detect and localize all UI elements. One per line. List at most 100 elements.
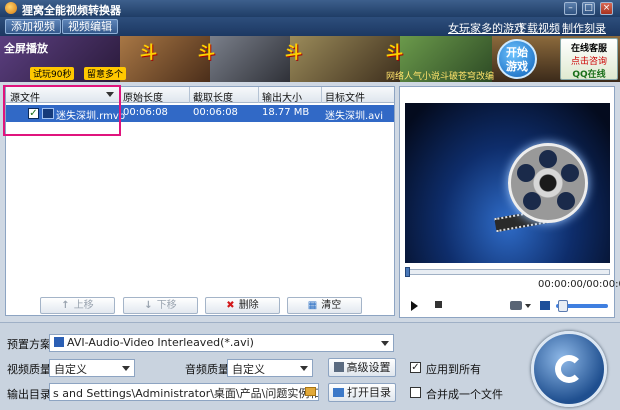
preset-label: 预置方案: [7,338,55,351]
cell-target-file: 迷失深圳.avi [325,111,384,122]
audio-quality-value: 自定义 [232,363,265,376]
maximize-button[interactable]: □ [582,2,595,15]
banner-art-tile [120,36,210,82]
move-down-button[interactable]: ↓ 下移 [123,297,198,314]
folder-icon[interactable] [305,387,316,396]
preset-select[interactable]: AVI-Audio-Video Interleaved(*.avi) [49,334,394,352]
column-original-length[interactable]: 原始长度 [123,89,163,104]
convert-button[interactable] [531,331,607,407]
row-checkbox[interactable]: ✓ [28,108,39,119]
download-video-link[interactable]: 下载视频 [516,20,560,36]
player-controls [400,294,614,316]
arrow-down-icon: ↓ [144,300,153,311]
wrench-icon [333,362,344,372]
start-game-button[interactable]: 开始 游戏 [497,39,537,79]
clear-icon: ▦ [307,300,318,311]
open-directory-label: 打开目录 [347,386,391,399]
clear-label: 清空 [321,300,342,311]
chevron-down-icon[interactable] [122,366,130,371]
support-title: 在线客服 [570,44,607,54]
clear-button[interactable]: ▦ 清空 [287,297,362,314]
chevron-down-icon[interactable] [300,366,308,371]
merge-files-label: 合并成一个文件 [426,388,503,401]
audio-quality-label: 音频质量: [185,363,233,376]
banner-trial-badge[interactable]: 试玩90秒 [30,67,75,80]
banner-marquee-text: 网络人气小说斗破苍穹改编 [386,72,495,82]
audio-quality-select[interactable]: 自定义 [227,359,313,377]
video-quality-select[interactable]: 自定义 [49,359,135,377]
play-icon[interactable] [411,301,418,311]
cell-cut-length: 00:06:08 [193,107,238,118]
open-folder-icon [333,388,344,397]
column-divider [321,87,322,103]
preset-value: AVI-Audio-Video Interleaved(*.avi) [67,336,254,349]
settings-panel: 预置方案: AVI-Audio-Video Interleaved(*.avi)… [0,322,620,410]
minimize-button[interactable]: – [564,2,577,15]
delete-button[interactable]: ✖ 删除 [205,297,280,314]
column-source[interactable]: 源文件 [10,89,40,104]
window-title: 狸窝全能视频转换器 [22,4,121,17]
move-down-label: 下移 [156,300,177,311]
table-row[interactable]: ✓ 迷失深圳.rmvb 00:06:08 00:06:08 18.77 MB 迷… [6,105,394,122]
banner-fullscreen-label[interactable]: 全屏播放 [4,40,48,56]
column-target-file[interactable]: 目标文件 [325,89,365,104]
playback-progress-handle[interactable] [405,267,410,277]
playback-progress-bar[interactable] [405,269,610,275]
volume-slider-knob[interactable] [558,300,568,312]
delete-icon: ✖ [226,300,235,311]
speaker-icon[interactable] [540,301,550,310]
apply-to-all-checkbox[interactable]: ✓ [410,362,421,373]
add-video-button[interactable]: 添加视频 [5,19,61,34]
menu-bar: 添加视频 视频编辑 女玩家多的游戏 下载视频 制作刻录DVD [0,17,620,49]
reel-hole [523,192,541,210]
open-directory-button[interactable]: 打开目录 [328,383,396,402]
avi-format-icon [54,337,64,347]
snapshot-camera-icon[interactable] [510,301,522,310]
merge-files-checkbox[interactable] [410,387,421,398]
preview-panel: 00:00:00/00:00:00 [399,86,620,318]
advanced-settings-button[interactable]: 高级设置 [328,358,396,377]
column-divider [258,87,259,103]
close-button[interactable]: × [600,2,613,15]
app-logo-icon [5,2,17,14]
video-file-icon [42,108,54,119]
output-dir-input[interactable]: s and Settings\Administrator\桌面\产品\问题实例和… [49,383,319,401]
games-link[interactable]: 女玩家多的游戏 [448,20,525,36]
start-game-label: 开始 游戏 [506,46,528,73]
reel-hole [561,164,579,182]
preview-screen [405,103,610,263]
convert-arrow-icon [555,355,583,383]
film-reel-icon [508,143,588,223]
move-up-button[interactable]: ↑ 上移 [40,297,115,314]
move-up-label: 上移 [73,300,94,311]
column-cut-length[interactable]: 截取长度 [193,89,233,104]
stop-icon[interactable] [435,301,442,308]
arrow-up-icon: ↑ [61,300,70,311]
online-support-badge[interactable]: 在线客服 点击咨询 QQ在线 [560,38,618,80]
banner-art-tile [210,36,290,82]
advanced-settings-label: 高级设置 [346,361,391,374]
video-quality-value: 自定义 [54,363,87,376]
reel-hole [539,150,557,168]
column-divider [119,87,120,103]
banner-notice-badge[interactable]: 留意多个 [84,67,127,80]
title-bar: 狸窝全能视频转换器 – □ × [0,0,620,17]
timecode-display: 00:00:00/00:00:00 [538,279,620,290]
cell-source-name: 迷失深圳.rmvb [56,111,126,122]
banner-character: 斗 [386,43,403,63]
column-divider [189,87,190,103]
file-list-header: 源文件 原始长度 截取长度 输出大小 目标文件 [6,87,394,104]
banner-art-tile [290,36,400,82]
banner-character: 斗 [198,43,215,63]
chevron-down-icon[interactable] [381,341,389,346]
video-edit-button[interactable]: 视频编辑 [62,19,118,34]
banner-character: 斗 [285,43,302,63]
ad-banner[interactable]: 斗 斗 斗 斗 全屏播放 试玩90秒 留意多个 网络人气小说斗破苍穹改编 开始 … [0,36,620,82]
output-dir-label: 输出目录: [7,388,55,401]
support-qq: QQ在线 [572,70,606,80]
column-output-size[interactable]: 输出大小 [262,89,302,104]
cell-original-length: 00:06:08 [123,107,168,118]
sort-arrow-icon[interactable] [106,92,114,97]
file-list-panel: 源文件 原始长度 截取长度 输出大小 目标文件 ✓ 迷失深圳.rmvb 00:0… [5,86,395,316]
chevron-down-icon[interactable] [525,304,531,308]
